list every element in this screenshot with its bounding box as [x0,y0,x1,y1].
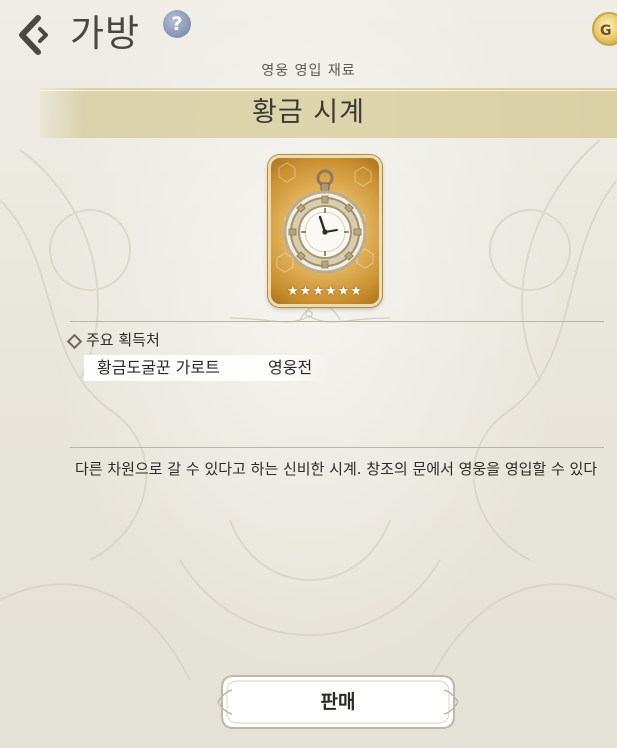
diamond-bullet-icon [66,333,83,350]
item-name: 황금 시계 [252,97,365,128]
sell-button[interactable]: 판매 [216,670,460,734]
help-icon[interactable]: ? [163,10,191,38]
golden-pocket-watch-icon [283,169,367,274]
inventory-item-detail-screen: 가방 ? G 영웅 영입 재료 황금 시계 ★★★★★★ 주요 획득처 황금도굴… [0,0,617,748]
divider [70,321,604,322]
star-rating: ★★★★★★ [287,284,363,299]
sell-button-label: 판매 [320,691,356,713]
page-title: 가방 [70,12,141,55]
back-arrow-icon[interactable] [14,12,54,58]
item-category: 영웅 영입 재료 [261,63,356,79]
source-link-hero-hall[interactable]: 영웅전 [268,356,312,380]
source-link-golden-digger[interactable]: 황금도굴꾼 가로트 [97,356,220,380]
gold-coin-icon[interactable]: G [592,12,617,46]
acquisition-title: 주요 획득처 [86,331,160,349]
item-description: 다른 차원으로 갈 수 있다고 하는 신비한 시계. 창조의 문에서 영웅을 영… [75,460,598,478]
divider [70,447,604,448]
item-card: ★★★★★★ [268,155,382,307]
